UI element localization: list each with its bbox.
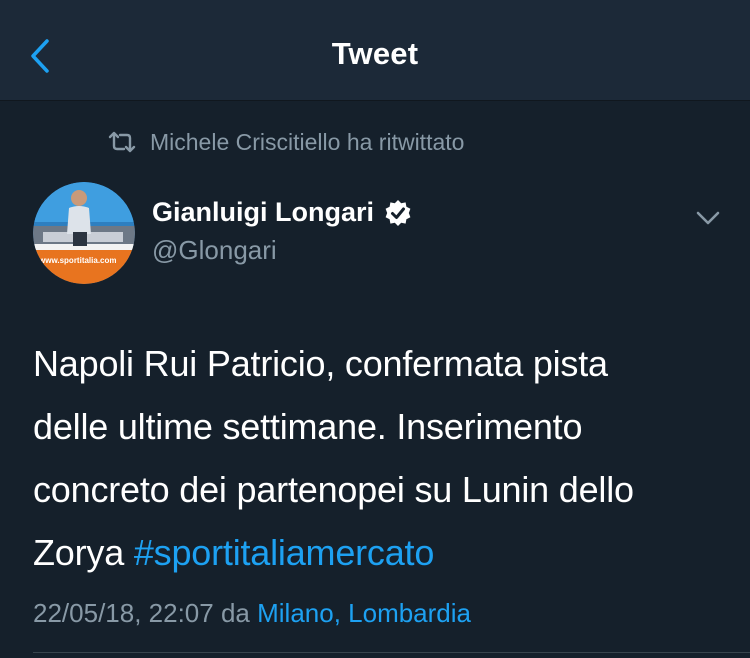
verified-badge-icon — [385, 199, 411, 226]
retweet-label: Michele Criscitiello ha ritwittato — [150, 128, 465, 155]
tweet-timestamp: 22/05/18, 22:07 — [33, 598, 214, 628]
via-label: da — [220, 598, 250, 628]
chevron-down-icon — [696, 211, 720, 225]
tweet-line: concreto dei partenopei su Lunin dello — [33, 469, 634, 510]
tweet-text: Napoli Rui Patricio, confermata pista de… — [33, 332, 723, 584]
more-options-button[interactable] — [688, 200, 728, 236]
avatar[interactable]: www.sportitalia.com — [33, 182, 135, 284]
author-handle[interactable]: @Glongari — [152, 235, 277, 266]
location-link[interactable]: Milano, Lombardia — [257, 598, 471, 628]
retweet-context[interactable]: Michele Criscitiello ha ritwittato — [108, 126, 464, 158]
tweet-line: Zorya #sportitaliamercato — [33, 521, 723, 584]
tweet-line-text: Zorya — [33, 532, 125, 573]
tweet-line: Napoli Rui Patricio, confermata pista — [33, 343, 608, 384]
avatar-image: www.sportitalia.com — [33, 182, 135, 284]
author-name[interactable]: Gianluigi Longari — [152, 197, 412, 228]
retweet-icon — [108, 131, 136, 153]
divider — [33, 652, 750, 653]
page-title: Tweet — [331, 36, 419, 71]
tweet-meta: 22/05/18, 22:07 da Milano, Lombardia — [33, 598, 471, 629]
hashtag-link[interactable]: #sportitaliamercato — [134, 532, 435, 573]
author-name-text: Gianluigi Longari — [152, 197, 374, 227]
nav-bar: Tweet — [0, 0, 750, 101]
tweet-line: delle ultime settimane. Inserimento — [33, 406, 583, 447]
avatar-watermark: www.sportitalia.com — [38, 256, 117, 265]
